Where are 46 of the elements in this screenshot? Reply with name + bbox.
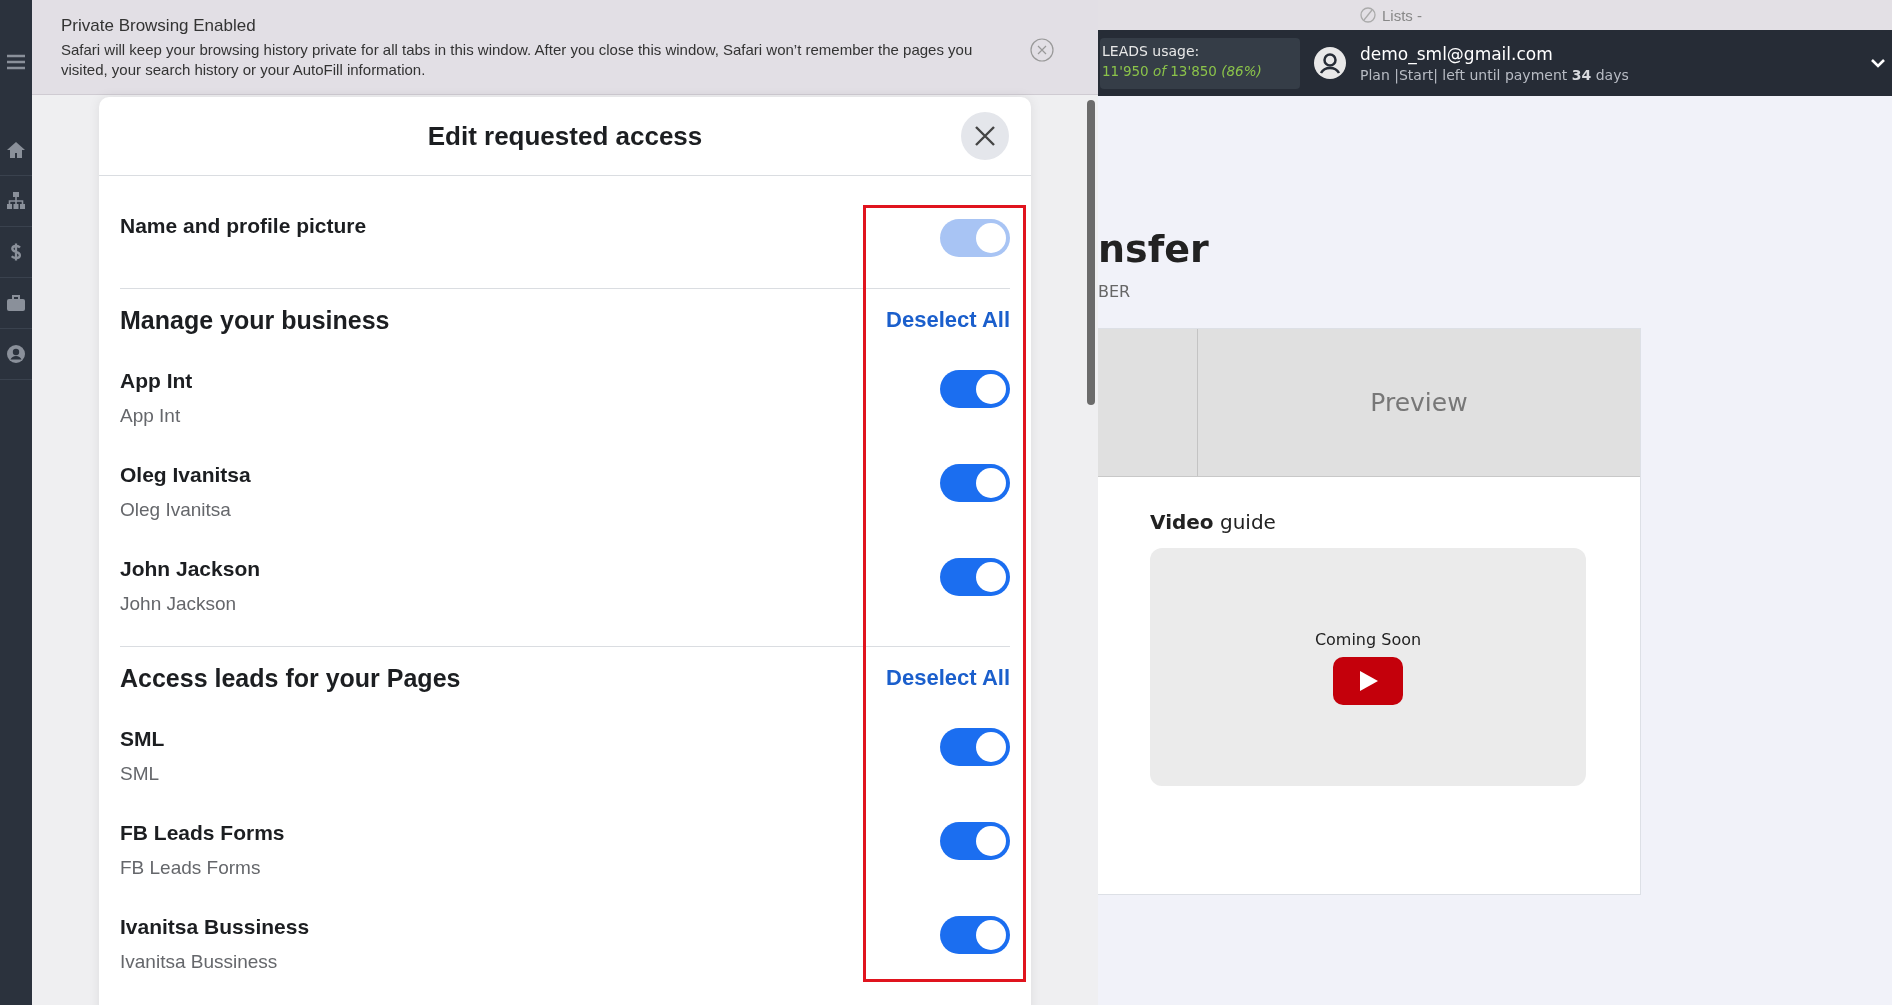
item-title: Oleg Ivanitsa: [120, 463, 251, 487]
item-subtitle: FB Leads Forms: [120, 857, 261, 879]
menu-icon[interactable]: [7, 54, 25, 70]
account-email: demo_sml@gmail.com: [1360, 43, 1554, 64]
plan-info: Plan |Start| left until payment 34 days: [1360, 66, 1630, 83]
modal-title: Edit requested access: [427, 120, 703, 152]
deselect-all-link[interactable]: Deselect All: [886, 665, 1010, 691]
briefcase-icon[interactable]: [6, 293, 26, 313]
item-subtitle: App Int: [120, 405, 181, 427]
video-placeholder[interactable]: Coming Soon: [1150, 548, 1586, 786]
item-title: John Jackson: [120, 557, 261, 581]
sitemap-icon[interactable]: [6, 191, 26, 211]
home-icon[interactable]: [6, 140, 26, 160]
item-title: Ivanitsa Bussiness: [120, 915, 310, 939]
scrollbar[interactable]: [1087, 100, 1095, 405]
page-title: nsfer: [1098, 226, 1209, 273]
chevron-down-icon[interactable]: [1870, 58, 1886, 68]
item-subtitle: Ivanitsa Bussiness: [120, 951, 278, 973]
toggle-switch[interactable]: [940, 916, 1010, 954]
banner-message: Safari will keep your browsing history private for all tabs in this window. After you close this window, Safari won’t remember the pages you visited, your search history or your AutoFill information.: [61, 40, 974, 80]
usage-label: LEADS usage:: [1102, 42, 1201, 59]
coming-soon-text: Coming Soon: [1314, 629, 1422, 649]
play-icon[interactable]: [1333, 656, 1403, 705]
video-guide-heading: Video guide: [1150, 510, 1277, 534]
deselect-all-link[interactable]: Deselect All: [886, 307, 1010, 333]
toggle-switch[interactable]: [940, 822, 1010, 860]
toggle-switch[interactable]: [940, 728, 1010, 766]
usage-value: 11'950 of 13'850 (86%): [1102, 62, 1263, 79]
user-icon[interactable]: [6, 344, 26, 364]
close-button[interactable]: [961, 112, 1009, 160]
toggle-switch[interactable]: [940, 464, 1010, 502]
avatar-icon[interactable]: [1314, 47, 1346, 79]
item-title: SML: [120, 727, 165, 751]
item-title: FB Leads Forms: [120, 821, 285, 845]
item-title: App Int: [120, 369, 193, 393]
section-heading: Manage your business: [120, 305, 390, 335]
toggle-switch[interactable]: [940, 558, 1010, 596]
permission-label: Name and profile picture: [120, 214, 367, 238]
item-subtitle: John Jackson: [120, 593, 237, 615]
close-icon: [974, 125, 996, 147]
section-heading: Access leads for your Pages: [120, 663, 461, 693]
item-subtitle: SML: [120, 763, 160, 785]
toggle-switch[interactable]: [940, 370, 1010, 408]
item-subtitle: Oleg Ivanitsa: [120, 499, 231, 521]
page-subtitle: BER: [1098, 282, 1131, 301]
banner-title: Private Browsing Enabled: [61, 16, 256, 36]
